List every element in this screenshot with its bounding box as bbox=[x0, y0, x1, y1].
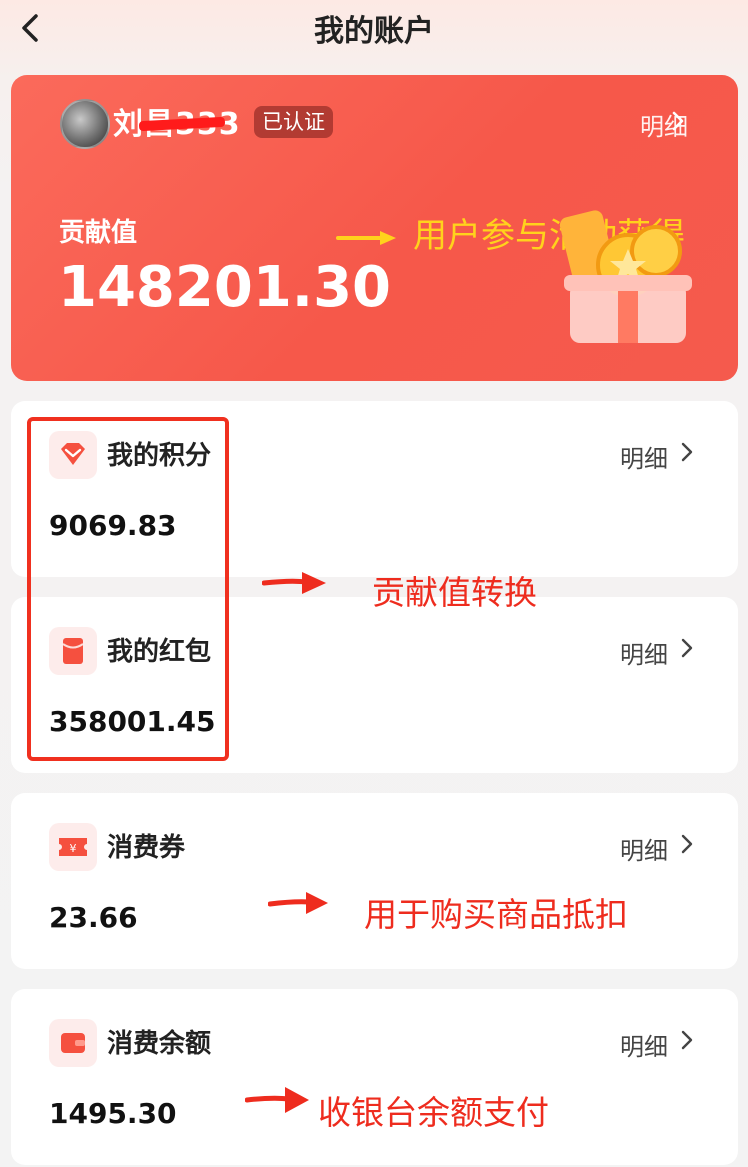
coupon-detail-link[interactable]: 明细 bbox=[620, 831, 668, 866]
balance-card[interactable]: 消费余额 明细 1495.30 bbox=[11, 989, 738, 1165]
avatar[interactable] bbox=[60, 99, 110, 149]
chevron-right-icon bbox=[681, 442, 693, 462]
top-nav-bar: 我的账户 bbox=[0, 0, 748, 56]
red-envelope-detail-link[interactable]: 明细 bbox=[620, 635, 668, 670]
annotation-highlight-box bbox=[27, 417, 229, 761]
wallet-icon bbox=[61, 1033, 85, 1053]
verified-badge: 已认证 bbox=[254, 106, 333, 138]
balance-title: 消费余额 bbox=[107, 1029, 212, 1059]
balance-value: 1495.30 bbox=[49, 1097, 177, 1130]
chevron-right-icon bbox=[681, 834, 693, 854]
contribution-label: 贡献值 bbox=[59, 218, 138, 248]
conversion-annotation: 贡献值转换 bbox=[372, 573, 537, 612]
arrow-right-icon bbox=[268, 892, 328, 914]
balance-detail-link[interactable]: 明细 bbox=[620, 1027, 668, 1062]
arrow-right-icon bbox=[245, 1087, 309, 1113]
coupon-value: 23.66 bbox=[49, 901, 138, 934]
coupon-title: 消费券 bbox=[107, 833, 186, 863]
contribution-value: 148201.30 bbox=[58, 255, 391, 320]
gift-box-icon bbox=[559, 210, 692, 343]
balance-annotation: 收银台余额支付 bbox=[318, 1093, 549, 1132]
coupon-annotation: 用于购买商品抵扣 bbox=[364, 895, 628, 934]
yuan-coupon-icon: ¥ bbox=[59, 838, 87, 856]
chevron-right-icon bbox=[672, 111, 684, 131]
arrow-right-icon bbox=[262, 572, 326, 594]
contribution-card: 刘昌333 已认证 明细 贡献值 148201.30 用户参与活动获得 bbox=[11, 75, 738, 381]
svg-text:¥: ¥ bbox=[70, 842, 77, 855]
balance-icon-tile bbox=[49, 1019, 97, 1067]
chevron-right-icon bbox=[681, 1030, 693, 1050]
chevron-right-icon bbox=[681, 638, 693, 658]
coupon-icon-tile: ¥ bbox=[49, 823, 97, 871]
points-detail-link[interactable]: 明细 bbox=[620, 439, 668, 474]
coupon-card[interactable]: ¥ 消费券 明细 23.66 bbox=[11, 793, 738, 969]
arrow-right-icon bbox=[336, 231, 396, 245]
page-title: 我的账户 bbox=[314, 14, 434, 49]
